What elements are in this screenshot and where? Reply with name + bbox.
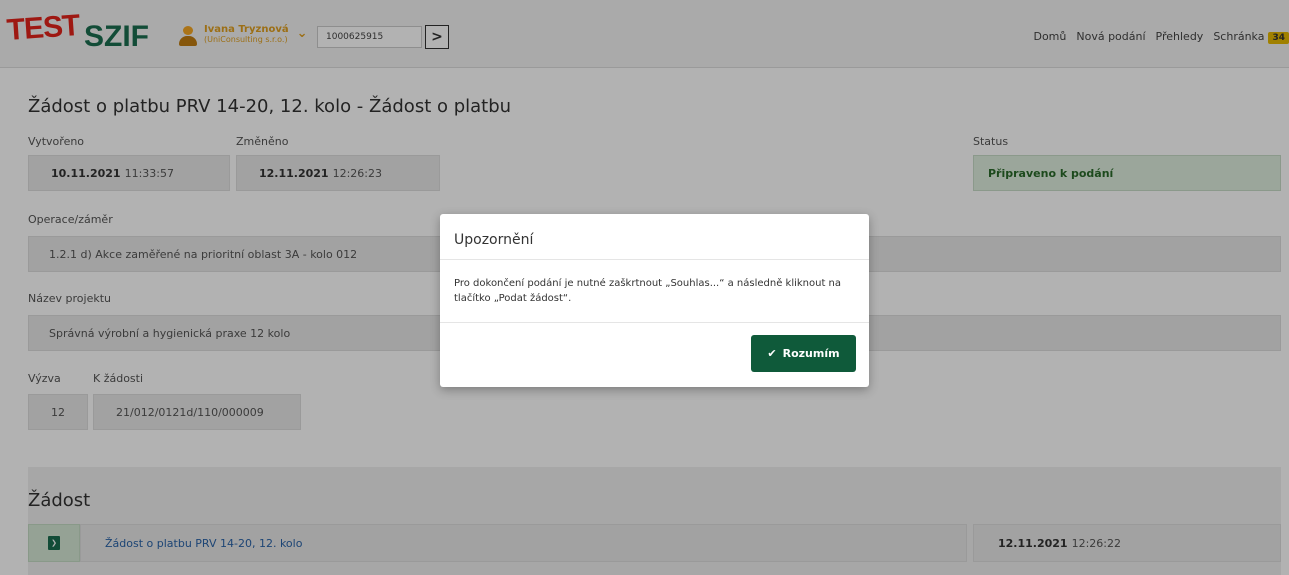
modal-message: Pro dokončení podání je nutné zaškrtnout… xyxy=(454,278,842,304)
modal-title: Upozornění xyxy=(454,232,534,248)
understand-button-label: Rozumím xyxy=(782,347,840,360)
warning-modal: Upozornění Pro dokončení podání je nutné… xyxy=(440,214,869,387)
check-icon: ✔ xyxy=(767,347,777,360)
modal-divider-bottom xyxy=(440,322,869,323)
modal-divider-top xyxy=(440,259,869,260)
understand-button[interactable]: ✔ Rozumím xyxy=(751,335,856,372)
